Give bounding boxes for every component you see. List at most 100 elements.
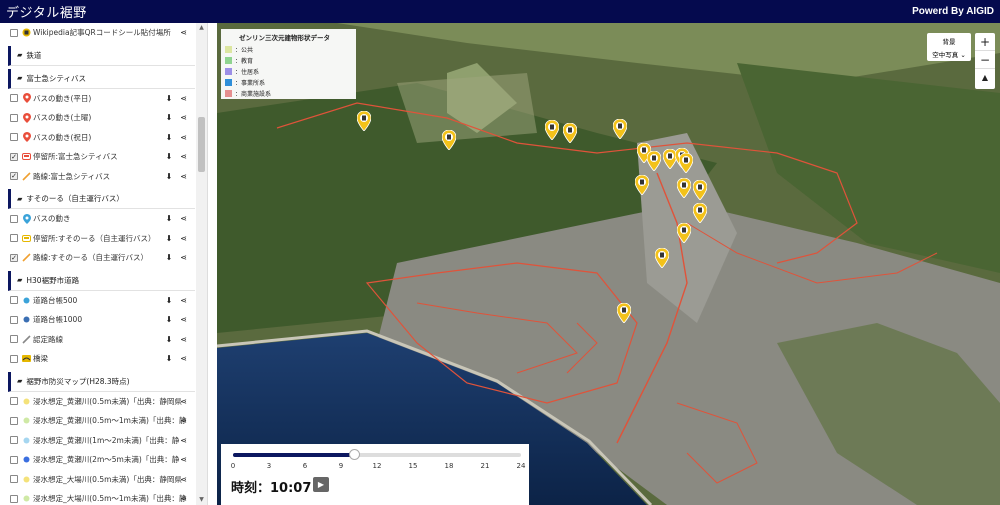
layer-checkbox[interactable] [10,28,18,37]
share-icon[interactable]: ⋖ [180,296,187,305]
download-icon[interactable]: ⬇ [166,214,173,223]
map-marker-icon[interactable] [441,129,457,151]
map-marker-icon[interactable] [356,110,372,132]
map-marker-icon[interactable] [634,174,650,196]
basemap-selector[interactable]: 背景 空中写真 ⌄ [927,33,971,61]
download-icon[interactable]: ⬇ [166,296,173,305]
download-icon[interactable]: ⬇ [166,152,173,161]
share-icon[interactable]: ⋖ [180,315,187,324]
scroll-down-arrow[interactable]: ▼ [196,495,207,505]
layer-actions: ⬇ ⋖ [166,349,187,369]
download-icon[interactable]: ⬇ [166,354,173,363]
map-marker-icon[interactable] [612,118,628,140]
share-icon[interactable]: ⋖ [180,28,187,37]
layer-checkbox[interactable]: ✓ [10,152,18,161]
layer-checkbox[interactable] [10,354,18,363]
layer-checkbox[interactable] [10,436,18,445]
layer-group-header[interactable]: ▰ H30裾野市道路 [8,270,195,291]
download-icon[interactable]: ⬇ [166,234,173,243]
map-marker-icon[interactable] [654,247,670,269]
download-icon[interactable]: ⬇ [166,113,173,122]
layer-checkbox[interactable] [10,416,18,425]
layer-checkbox[interactable]: ✓ [10,253,18,262]
app-title: デジタル裾野 [6,6,87,21]
legend-item: ：公共 [225,44,352,55]
map-marker-icon[interactable] [544,119,560,141]
sidebar-scrollbar[interactable]: ▲ ▼ [196,23,207,505]
layer-checkbox[interactable] [10,475,18,484]
download-icon[interactable]: ⬇ [166,172,173,181]
time-tick-label: 21 [480,462,490,470]
share-icon[interactable]: ⋖ [180,152,187,161]
layer-actions: ⋖ [180,450,187,470]
map-marker-icon[interactable] [616,302,632,324]
map-marker-icon[interactable] [676,177,692,199]
compass-icon[interactable]: ▲ [975,69,995,87]
dot-icon [22,474,31,484]
zoom-out-button[interactable]: − [975,51,995,69]
layer-group-header[interactable]: ▰ 鉄道 [8,45,195,66]
download-icon[interactable]: ⬇ [166,94,173,103]
layer-item-label: 浸水想定_黄瀬川(0.5m未満)「出典：静岡県 [33,396,182,406]
map-marker-icon[interactable] [562,122,578,144]
layer-checkbox[interactable] [10,494,18,503]
time-slider-ticks: 0 3 6 9 12 15 18 21 24 [221,462,529,472]
share-icon[interactable]: ⋖ [180,475,187,484]
share-icon[interactable]: ⋖ [180,397,187,406]
layer-checkbox[interactable] [10,234,18,243]
layer-item: Wikipedia記事QRコードシール貼付場所 ⋖ [8,23,195,43]
share-icon[interactable]: ⋖ [180,113,187,122]
share-icon[interactable]: ⋖ [180,214,187,223]
layer-group-header[interactable]: ▰ 富士急シティバス [8,68,195,89]
layer-group-header[interactable]: ▰ すそのーる（自主運行バス） [8,189,195,209]
map-marker-icon[interactable] [692,179,708,201]
layer-checkbox[interactable] [10,296,18,305]
share-icon[interactable]: ⋖ [180,253,187,262]
layer-group-label: 鉄道 [26,50,42,60]
layer-checkbox[interactable]: ✓ [10,172,18,181]
map-marker-icon[interactable] [676,222,692,244]
layer-group-header[interactable]: ▰ 裾野市防災マップ(H28.3時点) [8,371,195,392]
legend-item: ：事業所系 [225,77,352,88]
share-icon[interactable]: ⋖ [180,335,187,344]
legend-items: ：公共 ：教育 ：住居系 ：事業所系 ：商業施設系 [225,44,352,99]
share-icon[interactable]: ⋖ [180,133,187,142]
download-icon[interactable]: ⬇ [166,133,173,142]
map-marker-icon[interactable] [646,150,662,172]
folder-icon: ▰ [17,74,23,82]
map-marker-icon[interactable] [692,202,708,224]
layer-item: バスの動き ⬇ ⋖ [8,209,195,229]
basemap-select[interactable]: 空中写真 ⌄ [927,49,971,59]
share-icon[interactable]: ⋖ [180,172,187,181]
download-icon[interactable]: ⬇ [166,253,173,262]
layer-checkbox[interactable] [10,315,18,324]
share-icon[interactable]: ⋖ [180,455,187,464]
map-view[interactable]: ゼンリン三次元建物形状データ ：公共 ：教育 ：住居系 ：事業所系 ：商業施設系 背景 … [217,23,1000,505]
layer-checkbox[interactable] [10,214,18,223]
share-icon[interactable]: ⋖ [180,416,187,425]
layer-actions: ⋖ [180,431,187,451]
share-icon[interactable]: ⋖ [180,436,187,445]
share-icon[interactable]: ⋖ [180,494,187,503]
layer-checkbox[interactable] [10,94,18,103]
scroll-thumb[interactable] [198,117,205,172]
layer-checkbox[interactable] [10,335,18,344]
zoom-in-button[interactable]: + [975,33,995,51]
layer-checkbox[interactable] [10,113,18,122]
legend-item: ：商業施設系 [225,88,352,99]
share-icon[interactable]: ⋖ [180,94,187,103]
layer-checkbox[interactable] [10,397,18,406]
share-icon[interactable]: ⋖ [180,354,187,363]
time-tick-label: 18 [444,462,454,470]
layer-checkbox[interactable] [10,455,18,464]
map-marker-icon[interactable] [678,152,694,174]
time-slider-handle[interactable] [349,449,361,460]
play-button[interactable]: ▶ [313,477,329,492]
download-icon[interactable]: ⬇ [166,315,173,324]
layer-checkbox[interactable] [10,133,18,142]
route-line-icon [22,253,31,263]
route-line-icon [22,171,31,181]
share-icon[interactable]: ⋖ [180,234,187,243]
download-icon[interactable]: ⬇ [166,335,173,344]
scroll-up-arrow[interactable]: ▲ [196,23,207,33]
